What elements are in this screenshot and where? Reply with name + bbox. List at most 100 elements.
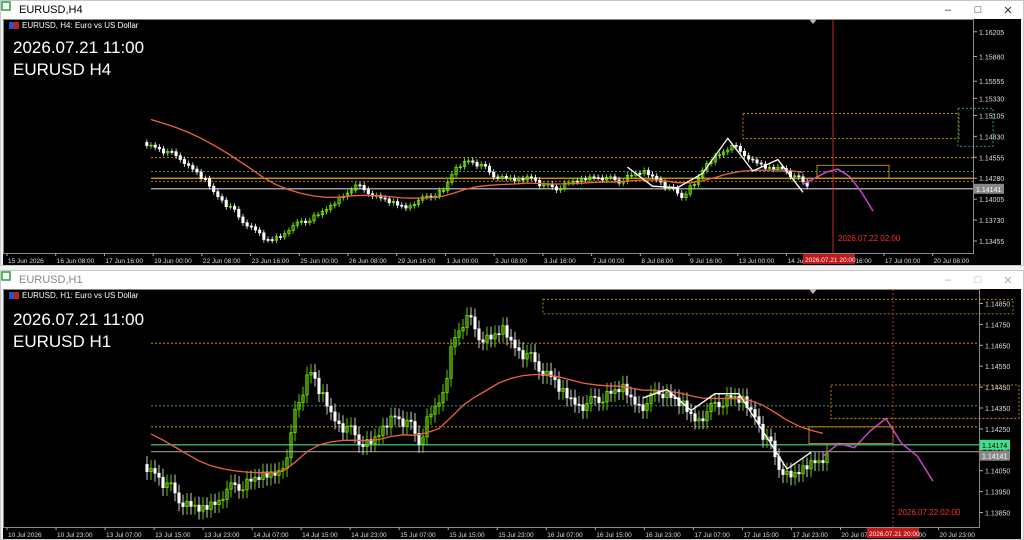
moving-average-line bbox=[150, 373, 824, 474]
price-axis-label: 1.14850 bbox=[985, 301, 1010, 308]
overlay-symbol: EURUSD H4 bbox=[13, 60, 112, 79]
time-axis-label: 25 Jun 00:00 bbox=[300, 258, 338, 265]
price-axis-label: 1.14750 bbox=[985, 322, 1010, 329]
candle-body bbox=[205, 505, 209, 510]
candle-body bbox=[780, 166, 784, 169]
overlay-datetime: 2026.07.21 11:00 bbox=[13, 38, 145, 57]
candle-body bbox=[178, 155, 182, 160]
chart-window-icon bbox=[1, 1, 16, 15]
current-price-label: 1.14174 bbox=[982, 443, 1007, 450]
period-separator-marker-icon[interactable] bbox=[809, 19, 817, 24]
chart-window-h1[interactable]: EURUSD,H1 – □ ✕ 1.14850 1.14750 1.14650 1.1… bbox=[0, 270, 1024, 540]
candle-body bbox=[404, 205, 408, 209]
minimize-button[interactable]: – bbox=[933, 1, 963, 19]
candle-body bbox=[781, 469, 785, 475]
overlay-datetime: 2026.07.21 11:00 bbox=[13, 310, 145, 329]
time-axis-label: 15 Jul 23:00 bbox=[498, 532, 534, 539]
candle-body bbox=[191, 165, 195, 170]
candle-body bbox=[801, 176, 805, 183]
time-axis-label: 3 Jul 16:00 bbox=[544, 258, 576, 265]
maximize-button[interactable]: □ bbox=[963, 271, 993, 289]
chart-window-h4[interactable]: EURUSD,H4 – □ ✕ 1.16205 1.15880 1.15555 1.1… bbox=[0, 0, 1024, 266]
time-axis-label: 1 Jul 00:00 bbox=[446, 258, 478, 265]
chart-canvas[interactable]: 1.14850 1.14750 1.14650 1.14550 1.14450 1.143… bbox=[3, 289, 1021, 539]
current-price-label: 1.14141 bbox=[976, 187, 1001, 194]
price-axis-label: 1.16205 bbox=[979, 30, 1004, 37]
candle-body bbox=[650, 174, 655, 177]
zone-rectangle bbox=[542, 298, 1014, 315]
candle-body bbox=[496, 176, 500, 179]
close-button[interactable]: ✕ bbox=[993, 1, 1023, 19]
candle-body bbox=[353, 425, 357, 436]
candle-body bbox=[241, 216, 245, 224]
candle-body bbox=[805, 465, 809, 470]
chart-header: EURUSD, H4: Euro vs US Dollar bbox=[9, 21, 138, 30]
plot-frame bbox=[3, 19, 974, 254]
candle-body bbox=[257, 476, 261, 480]
candle-body bbox=[504, 176, 508, 179]
candle-body bbox=[362, 185, 366, 191]
time-axis-label: 17 Jun 16:00 bbox=[105, 258, 143, 265]
candle-body bbox=[361, 444, 365, 447]
time-axis-label: 17 Jul 23:00 bbox=[792, 532, 828, 539]
candle-body bbox=[772, 166, 776, 170]
candle-body bbox=[533, 177, 538, 181]
symbol-description: EURUSD, H1: Euro vs US Dollar bbox=[22, 291, 139, 300]
period-separator-marker-icon[interactable] bbox=[809, 289, 817, 294]
chart-canvas[interactable]: 1.16205 1.15880 1.15555 1.15330 1.15105 1.148… bbox=[3, 19, 1021, 265]
candle-body bbox=[596, 177, 600, 179]
price-axis-label: 1.14050 bbox=[985, 469, 1010, 476]
candle-body bbox=[557, 379, 561, 392]
candle-body bbox=[220, 196, 224, 201]
candle-body bbox=[505, 325, 509, 338]
candle-body bbox=[337, 420, 341, 424]
candle-body bbox=[471, 160, 475, 163]
moving-average-line bbox=[150, 118, 804, 199]
candle-body bbox=[173, 482, 177, 494]
candle-body bbox=[245, 222, 249, 227]
title-bar[interactable]: EURUSD,H4 – □ ✕ bbox=[1, 1, 1023, 19]
candle-body bbox=[597, 396, 601, 403]
price-chart[interactable]: 1.16205 1.15880 1.15555 1.15330 1.15105 1.148… bbox=[3, 19, 1021, 265]
candle-body bbox=[396, 201, 400, 206]
title-bar[interactable]: EURUSD,H1 – □ ✕ bbox=[1, 271, 1023, 289]
maximize-button[interactable]: □ bbox=[963, 1, 993, 19]
candle-body bbox=[341, 423, 345, 433]
candle-body bbox=[153, 468, 157, 474]
candle-body bbox=[233, 205, 237, 210]
candle-body bbox=[161, 476, 165, 489]
time-axis-label: 20 Jul 23:00 bbox=[939, 532, 975, 539]
minimize-button[interactable]: – bbox=[933, 271, 963, 289]
chart-header: EURUSD, H1: Euro vs US Dollar bbox=[9, 291, 138, 300]
close-button[interactable]: ✕ bbox=[993, 271, 1023, 289]
price-chart[interactable]: 1.14850 1.14750 1.14650 1.14550 1.14450 1.143… bbox=[3, 289, 1021, 539]
price-axis-label: 1.13950 bbox=[985, 490, 1010, 497]
candle-body bbox=[262, 232, 266, 240]
candle-body bbox=[383, 197, 387, 200]
currency-flag-icon bbox=[9, 22, 19, 29]
time-axis-label: 13 Jul 00:00 bbox=[739, 258, 775, 265]
price-axis-label: 1.14555 bbox=[979, 155, 1004, 162]
forecast-line bbox=[822, 417, 934, 482]
candle-body bbox=[734, 145, 738, 147]
candle-body bbox=[729, 395, 733, 398]
candle-body bbox=[565, 387, 569, 399]
time-axis-label: 10 Jul 23:00 bbox=[57, 532, 93, 539]
future-time-label: 2026.07.22 02:00 bbox=[838, 234, 901, 243]
time-axis-label: 2 Jul 08:00 bbox=[495, 258, 527, 265]
candle-body bbox=[581, 404, 585, 411]
candle-body bbox=[249, 225, 253, 228]
candle-body bbox=[409, 419, 413, 422]
candle-body bbox=[613, 176, 617, 181]
candle-body bbox=[237, 208, 241, 218]
price-axis-label: 1.14650 bbox=[985, 343, 1010, 350]
candle-body bbox=[789, 470, 793, 478]
time-axis-label: 7 Jul 00:00 bbox=[593, 258, 625, 265]
candle-body bbox=[617, 389, 621, 393]
time-axis-label: 16 Jul 15:00 bbox=[596, 532, 632, 539]
bid-price-label: 1.14141 bbox=[982, 454, 1007, 461]
time-axis-label: 14 Jul 07:00 bbox=[253, 532, 289, 539]
candle-body bbox=[177, 492, 181, 504]
candle-body bbox=[483, 164, 487, 167]
candle-body bbox=[357, 434, 361, 445]
